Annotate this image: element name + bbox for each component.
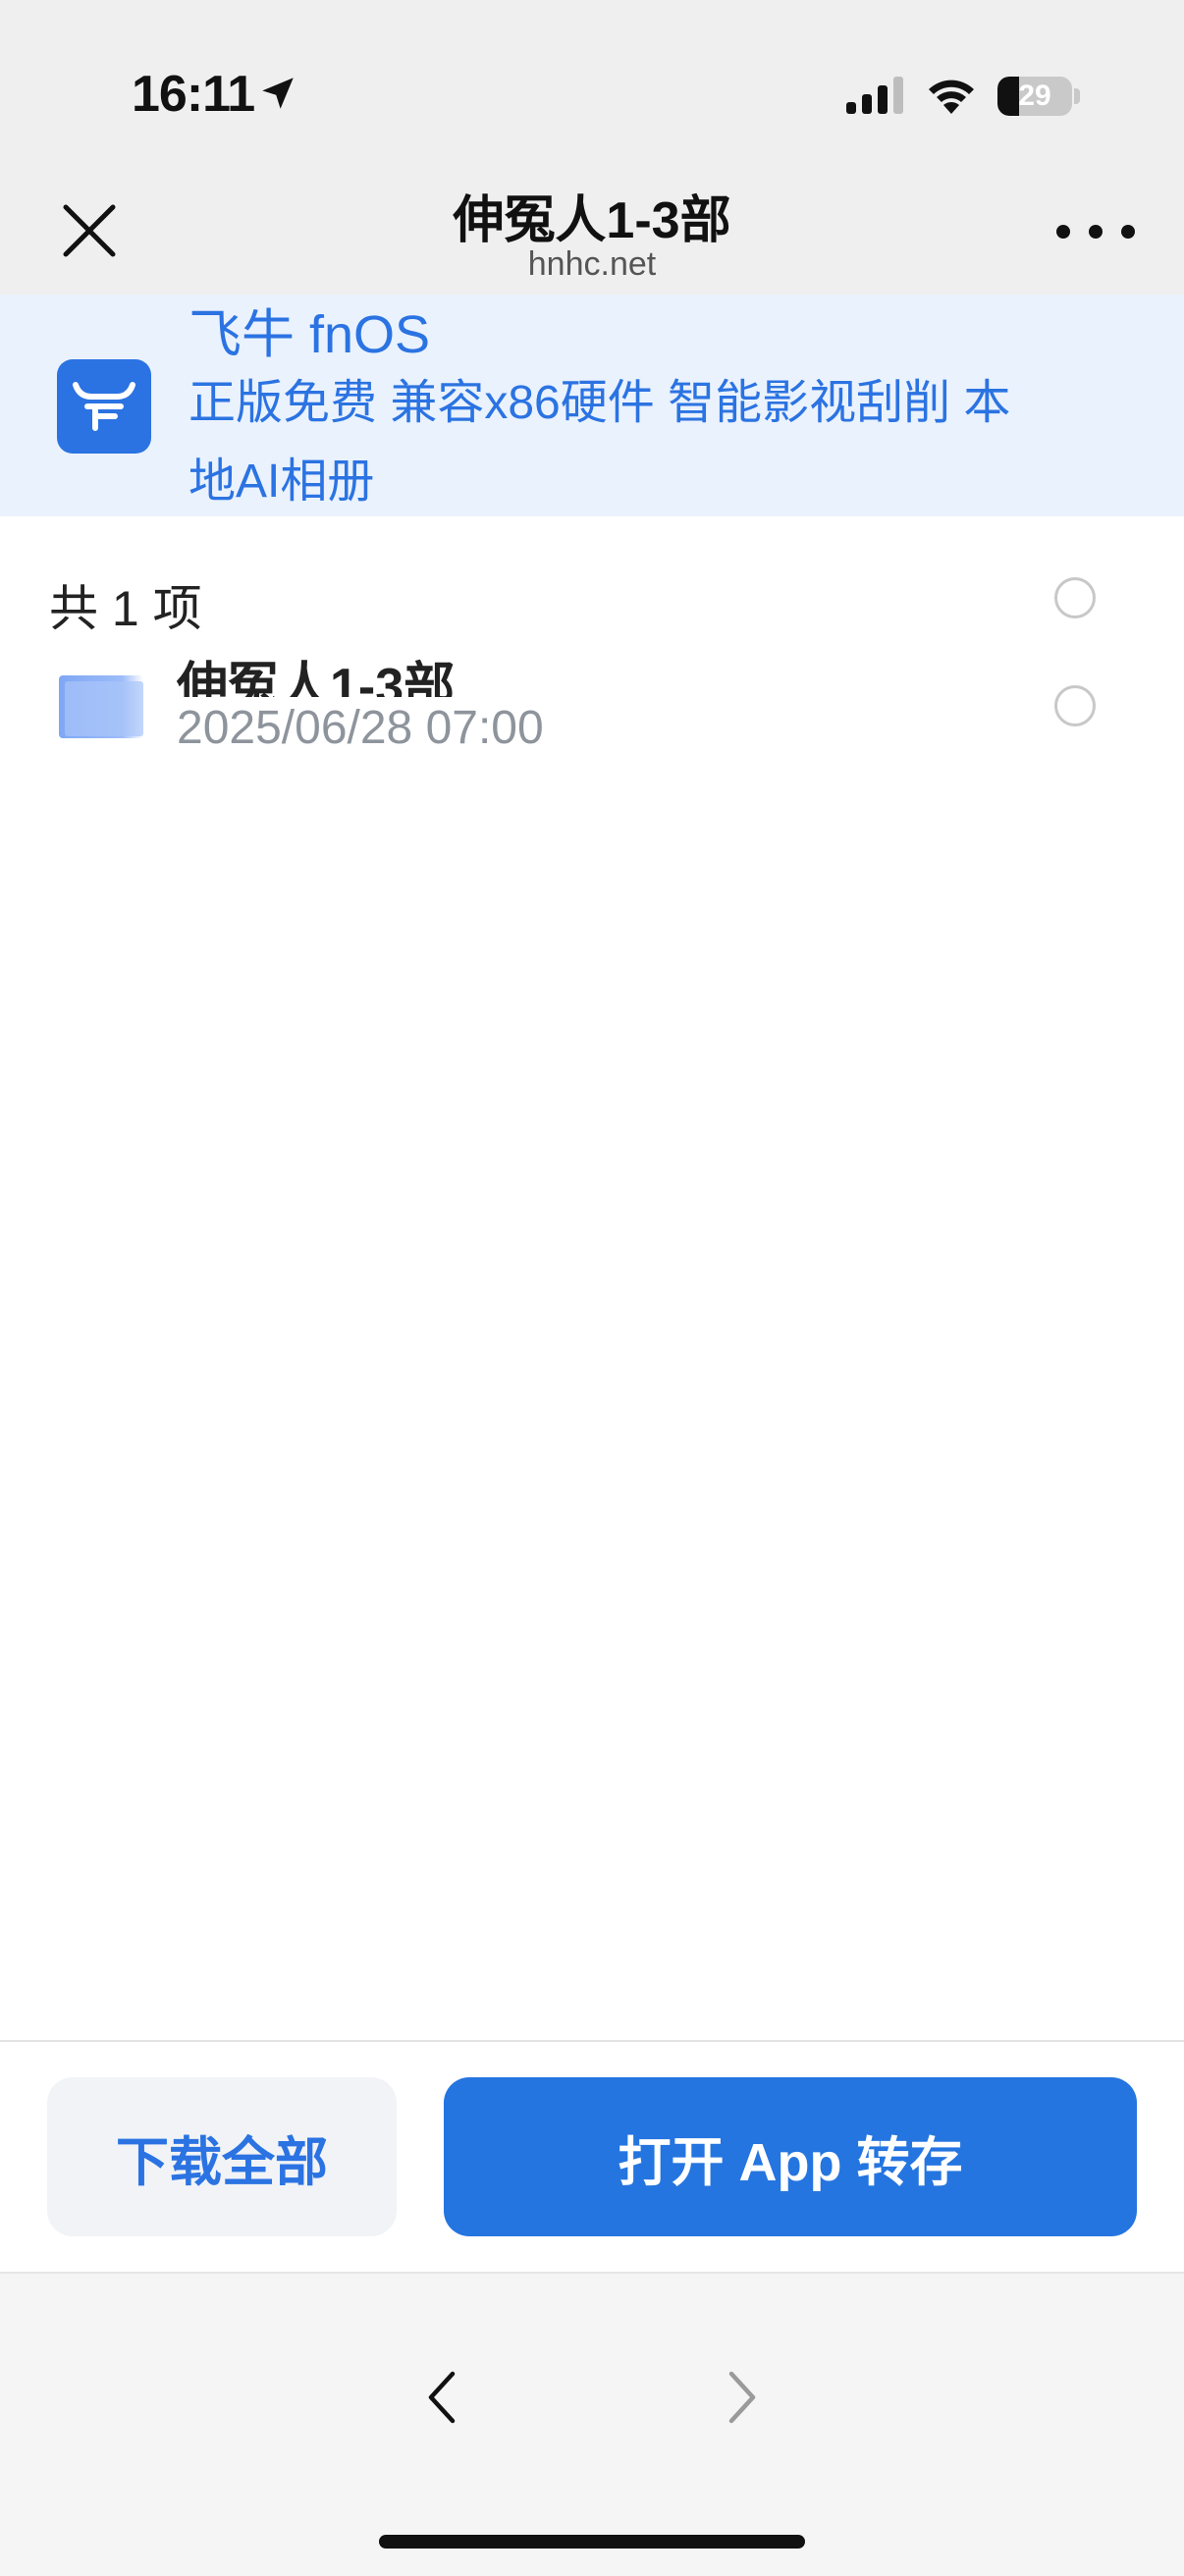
page-title: 伸冤人1-3部	[453, 192, 731, 249]
download-all-button[interactable]: 下载全部	[47, 2077, 397, 2236]
open-app-save-button[interactable]: 打开 App 转存	[444, 2077, 1137, 2236]
more-button[interactable]	[1056, 212, 1135, 251]
chevron-right-icon	[728, 2371, 756, 2424]
battery-icon: 29	[997, 77, 1072, 116]
list-item[interactable]: 伸冤人1-3部 2025/06/28 07:00	[0, 648, 1184, 766]
item-select-radio[interactable]	[1054, 685, 1096, 726]
home-indicator[interactable]	[379, 2535, 805, 2549]
more-icon	[1056, 225, 1070, 239]
more-icon	[1089, 225, 1103, 239]
ad-title: 飞牛 fnOS	[188, 305, 431, 364]
status-bar: 16:11 29	[0, 0, 1184, 177]
back-button[interactable]	[412, 2358, 471, 2437]
select-all-radio[interactable]	[1054, 577, 1096, 618]
more-icon	[1121, 225, 1135, 239]
battery-percent: 29	[1018, 80, 1051, 112]
battery-cap	[1074, 88, 1080, 104]
action-bar: 下载全部 打开 App 转存	[0, 2040, 1184, 2274]
folder-icon	[59, 675, 143, 738]
location-arrow-icon	[257, 73, 298, 119]
item-count-label: 共 1 项	[49, 581, 202, 636]
file-date: 2025/06/28 07:00	[177, 702, 544, 754]
ad-description-line1: 正版免费 兼容x86硬件 智能影视刮削 本	[188, 377, 1011, 429]
browser-toolbar	[0, 2272, 1184, 2576]
signal-icon	[846, 77, 905, 121]
file-name: 伸冤人1-3部	[177, 659, 456, 697]
status-time: 16:11	[132, 66, 255, 123]
ad-banner[interactable]: 飞牛 fnOS 正版免费 兼容x86硬件 智能影视刮削 本 地AI相册	[0, 295, 1184, 516]
page-domain: hnhc.net	[527, 245, 657, 283]
wifi-icon	[925, 73, 978, 121]
fnos-logo-icon	[57, 359, 151, 454]
ad-description-line2: 地AI相册	[188, 456, 375, 508]
forward-button[interactable]	[713, 2358, 772, 2437]
chevron-left-icon	[428, 2371, 456, 2424]
